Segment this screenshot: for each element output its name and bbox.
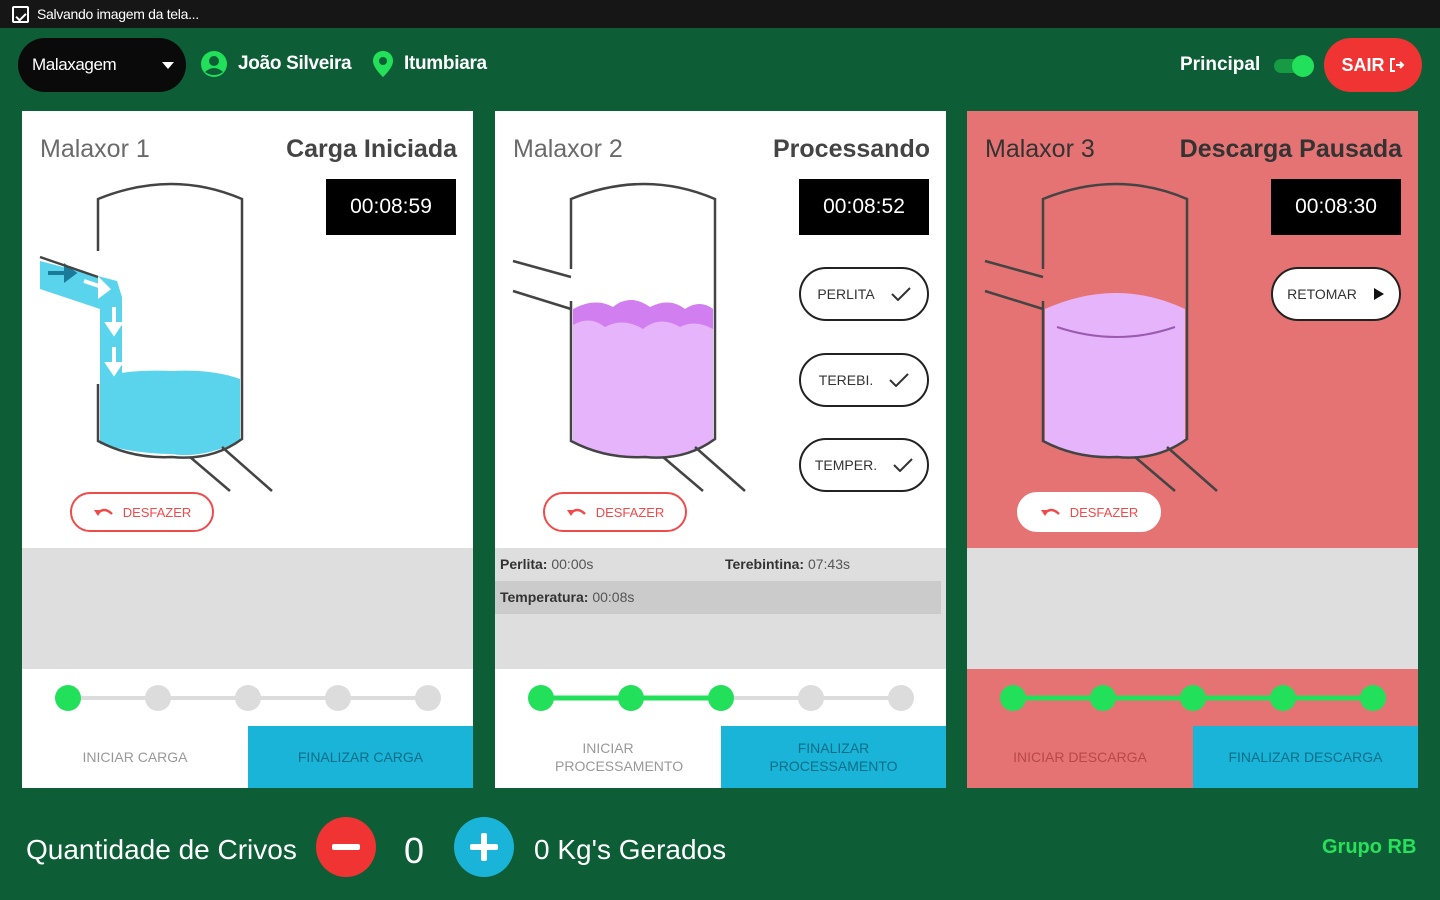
principal-toggle[interactable] [1274, 55, 1314, 77]
check-perlita-button[interactable]: PERLITA [799, 267, 929, 321]
malaxor-card-1: Malaxor 1 Carga Iniciada 00:08:59 DESFAZ… [22, 111, 473, 788]
perlita-info: Perlita: 00:00s [500, 556, 594, 572]
check-icon [889, 373, 909, 387]
start-processing-button[interactable]: INICIAR PROCESSAMENTO [495, 726, 721, 788]
check-label: TEMPER. [814, 457, 878, 473]
info-row: Perlita: 00:00s Terebintina: 07:43s [495, 548, 941, 581]
timer-display: 00:08:52 [799, 179, 929, 235]
undo-label: DESFAZER [1069, 504, 1139, 520]
timer-display: 00:08:59 [326, 179, 456, 235]
undo-button[interactable]: DESFAZER [1017, 492, 1161, 532]
screenshot-icon [12, 5, 29, 23]
user-name: João Silveira [238, 53, 352, 74]
info-row: Temperatura: 00:08s [495, 581, 941, 614]
malaxor-status: Carga Iniciada [286, 135, 457, 163]
undo-icon [1040, 508, 1060, 516]
step-dot [528, 685, 554, 711]
logout-label: SAIR [1341, 54, 1385, 75]
malaxor-card-2: Malaxor 2 Processando 00:08:52 PERLITA T… [495, 111, 946, 788]
resume-button[interactable]: RETOMAR [1271, 267, 1401, 321]
step-dot [145, 685, 171, 711]
location-name: Itumbiara [404, 53, 487, 74]
undo-icon [93, 508, 113, 516]
logout-button[interactable]: SAIR [1324, 38, 1422, 92]
quantity-label: Quantidade de Crivos [26, 834, 297, 865]
info-panel: Perlita: 00:00s Terebintina: 07:43s Temp… [495, 548, 946, 669]
step-dot [708, 685, 734, 711]
step-dot [798, 685, 824, 711]
start-load-button[interactable]: INICIAR CARGA [22, 726, 248, 788]
check-terebintina-button[interactable]: TEREBI. [799, 353, 929, 407]
check-label: TEREBI. [818, 372, 874, 388]
step-dot [1090, 685, 1116, 711]
inflow-pipe [40, 261, 122, 379]
check-icon [890, 287, 911, 301]
logout-icon [1389, 58, 1404, 72]
malaxor-name: Malaxor 1 [40, 135, 150, 163]
check-icon [893, 458, 913, 472]
start-discharge-button[interactable]: INICIAR DESCARGA [967, 726, 1193, 788]
check-temperatura-button[interactable]: TEMPER. [799, 438, 929, 492]
quantity-value: 0 [404, 830, 425, 871]
status-text: Salvando imagem da tela... [37, 6, 199, 22]
sector-select[interactable]: Malaxagem [18, 38, 186, 92]
progress-steps [495, 669, 946, 727]
location-info: Itumbiara [372, 50, 487, 78]
undo-button[interactable]: DESFAZER [70, 492, 214, 532]
malaxor-name: Malaxor 3 [985, 135, 1095, 163]
malaxor-name: Malaxor 2 [513, 135, 623, 163]
sector-select-value: Malaxagem [32, 55, 117, 74]
timer-display: 00:08:30 [1271, 179, 1401, 235]
system-status-bar: Salvando imagem da tela... [0, 0, 1440, 28]
step-dot [55, 685, 81, 711]
caret-down-icon [162, 62, 174, 69]
increase-button[interactable] [454, 817, 514, 877]
step-dot [1270, 685, 1296, 711]
undo-icon [566, 508, 586, 516]
malaxor-status: Processando [772, 135, 930, 163]
step-dot [415, 685, 441, 711]
temperatura-info: Temperatura: 00:08s [500, 589, 635, 605]
progress-steps [22, 669, 473, 727]
step-dot [235, 685, 261, 711]
step-dot [888, 685, 914, 711]
step-dot [1360, 685, 1386, 711]
step-dot [618, 685, 644, 711]
map-pin-icon [373, 51, 393, 77]
check-label: PERLITA [817, 286, 875, 302]
bottom-bar: Quantidade de Crivos 0 0 Kg's Gerados Gr… [0, 800, 1440, 900]
step-dot [1180, 685, 1206, 711]
finish-discharge-button[interactable]: FINALIZAR DESCARGA [1193, 726, 1418, 788]
malaxor-card-3: Malaxor 3 Descarga Pausada 00:08:30 RETO… [967, 111, 1418, 788]
undo-button[interactable]: DESFAZER [543, 492, 687, 532]
brand-label: Grupo RB [1322, 836, 1417, 858]
info-panel [967, 548, 1418, 669]
step-dot [1000, 685, 1026, 711]
finish-processing-button[interactable]: FINALIZAR PROCESSAMENTO [721, 726, 946, 788]
resume-label: RETOMAR [1287, 286, 1357, 302]
user-info: João Silveira [200, 50, 352, 78]
generated-kg: 0 Kg's Gerados [534, 834, 727, 865]
play-icon [1373, 288, 1384, 300]
toggle-knob [1292, 55, 1314, 77]
terebintina-info: Terebintina: 07:43s [725, 556, 851, 572]
decrease-button[interactable] [316, 817, 376, 877]
liquid-fill [1045, 293, 1185, 458]
info-panel [22, 548, 473, 669]
undo-label: DESFAZER [122, 504, 192, 520]
liquid-fill [100, 370, 240, 456]
top-bar: Malaxagem João Silveira Itumbiara Princi… [0, 28, 1440, 104]
finish-load-button[interactable]: FINALIZAR CARGA [248, 726, 473, 788]
user-icon [201, 51, 227, 77]
step-dot [325, 685, 351, 711]
malaxor-status: Descarga Pausada [1179, 135, 1402, 163]
progress-steps [967, 669, 1418, 727]
principal-label: Principal [1180, 54, 1261, 75]
undo-label: DESFAZER [595, 504, 665, 520]
